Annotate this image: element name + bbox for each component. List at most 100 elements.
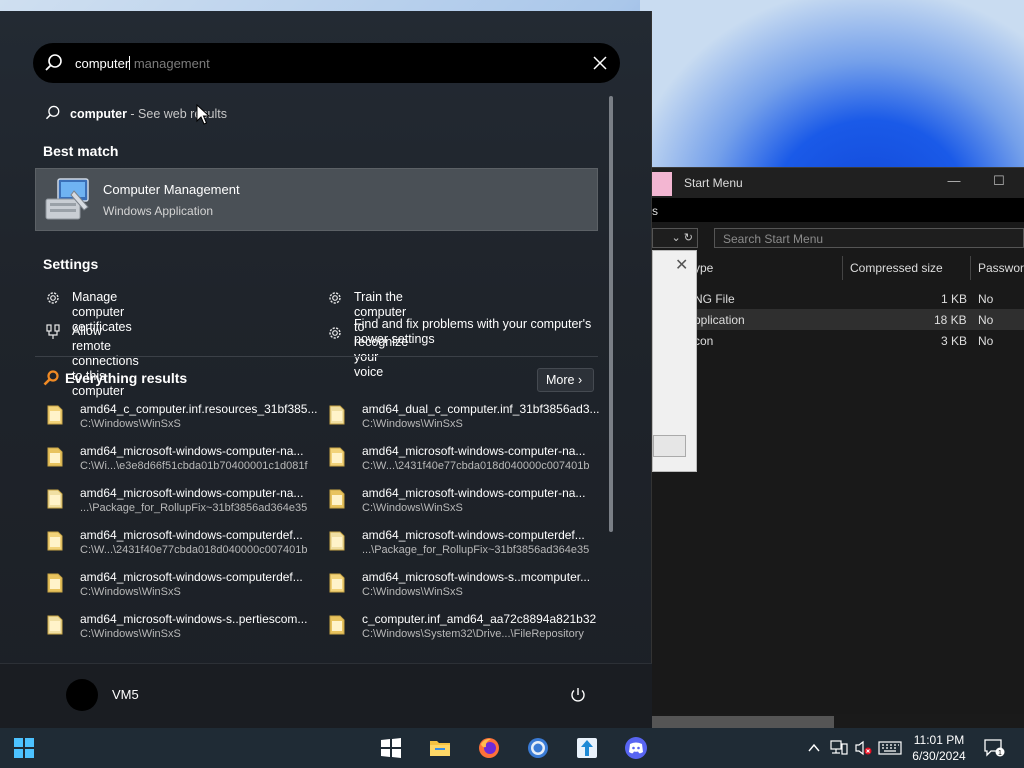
gear-icon [329, 327, 341, 339]
result-name: amd64_microsoft-windows-s..mcomputer... [362, 570, 591, 584]
result-name: amd64_microsoft-windows-computer-na... [80, 444, 304, 458]
chrome-icon[interactable] [526, 736, 550, 760]
windows-icon[interactable] [379, 736, 403, 760]
result-item[interactable]: amd64_microsoft-windows-computer-na.....… [44, 486, 324, 520]
result-path: C:\Windows\WinSxS [80, 586, 181, 598]
start-menu-scrollbar[interactable] [609, 96, 613, 532]
file-size: 18 KB [934, 313, 967, 327]
file-row[interactable]: NG File 1 KB No [652, 288, 1024, 309]
file-explorer-icon[interactable] [428, 736, 452, 760]
result-item[interactable]: amd64_microsoft-windows-s..pertiescom...… [44, 612, 324, 646]
remote-connection-icon [46, 324, 60, 339]
result-item[interactable]: amd64_microsoft-windows-computer-na... C:… [326, 486, 606, 520]
file-icon [47, 447, 63, 467]
search-typed-text: computer [75, 56, 130, 71]
file-icon [47, 531, 63, 551]
best-match-result[interactable]: Computer Management Windows Application [35, 168, 598, 231]
gear-icon [329, 292, 341, 304]
result-path: ...\Package_for_RollupFix~31bf3856ad364e… [362, 544, 590, 556]
keyboard-icon[interactable] [878, 740, 902, 756]
result-item[interactable]: amd64_microsoft-windows-computerdef.....… [326, 528, 606, 562]
minimize-button[interactable]: — [944, 173, 964, 191]
result-path: C:\Windows\WinSxS [362, 418, 463, 430]
search-icon [45, 54, 62, 71]
desktop-wallpaper [640, 0, 1024, 190]
result-item[interactable]: amd64_microsoft-windows-computerdef... C:… [44, 528, 324, 562]
result-item[interactable]: amd64_microsoft-windows-computer-na... C:… [326, 444, 606, 478]
result-name: amd64_microsoft-windows-computerdef... [80, 528, 303, 542]
result-name: c_computer.inf_amd64_aa72c8894a821b32 [362, 612, 597, 626]
clear-search-icon[interactable] [590, 53, 610, 73]
result-item[interactable]: amd64_microsoft-windows-computer-na... C:… [44, 444, 324, 478]
file-icon [329, 489, 345, 509]
file-icon [329, 447, 345, 467]
result-path: C:\Windows\WinSxS [80, 418, 181, 430]
result-path: C:\Windows\System32\Drive...\FileReposit… [362, 628, 584, 640]
menu-fragment: s [652, 204, 658, 218]
taskbar: 11:01 PM 6/30/2024 1 [0, 728, 1024, 768]
network-icon[interactable] [830, 740, 848, 756]
window-app-icon [652, 172, 672, 196]
system-clock[interactable]: 11:01 PM 6/30/2024 [906, 732, 972, 764]
start-menu: computer management computer - See web r… [0, 11, 652, 728]
result-path: C:\Windows\WinSxS [362, 502, 463, 514]
column-compressed-size[interactable]: Compressed size [850, 261, 943, 275]
background-dialog[interactable]: ✕ [652, 250, 697, 472]
setting-label-line2: power settings [354, 332, 435, 346]
result-item[interactable]: amd64_dual_c_computer.inf_31bf3856ad3...… [326, 402, 606, 436]
app-store-icon[interactable] [575, 736, 599, 760]
notification-icon[interactable]: 1 [983, 738, 1005, 758]
result-name: amd64_microsoft-windows-computer-na... [362, 444, 586, 458]
column-password[interactable]: Passwor [978, 261, 1024, 275]
best-match-heading: Best match [43, 143, 119, 159]
result-path: C:\Windows\WinSxS [80, 628, 181, 640]
address-dropdown[interactable]: ⌄ ↻ [652, 228, 698, 248]
maximize-button[interactable]: ☐ [989, 173, 1009, 191]
dialog-button[interactable] [653, 435, 686, 457]
column-separator [970, 256, 971, 280]
result-path: C:\Wi...\e3e8d66f51cbda01b70400001c1d081… [80, 460, 308, 472]
notification-count: 1 [998, 750, 1002, 757]
search-box[interactable]: computer management [33, 43, 620, 83]
file-row[interactable]: con 3 KB No [652, 330, 1024, 351]
result-path: C:\W...\2431f40e77cbda018d040000c007401b [362, 460, 590, 472]
result-item[interactable]: amd64_c_computer.inf.resources_31bf385..… [44, 402, 324, 436]
start-button-icon[interactable] [12, 736, 36, 760]
result-name: amd64_microsoft-windows-computer-na... [362, 486, 586, 500]
everything-search-icon [43, 370, 59, 386]
gear-icon [47, 292, 59, 304]
best-match-name: Computer Management [103, 182, 240, 197]
settings-heading: Settings [43, 256, 99, 272]
result-path: C:\W...\2431f40e77cbda018d040000c007401b [80, 544, 308, 556]
power-icon[interactable] [569, 686, 587, 704]
volume-muted-icon[interactable] [854, 740, 872, 756]
file-row[interactable]: pplication 18 KB No [652, 309, 1024, 330]
dialog-close-icon[interactable]: ✕ [675, 255, 688, 275]
result-item[interactable]: amd64_microsoft-windows-computerdef... C:… [44, 570, 324, 604]
firefox-icon[interactable] [477, 736, 501, 760]
setting-label-line1: Find and fix problems with your computer… [354, 317, 592, 331]
setting-label: Find and fix problems with your computer… [354, 317, 594, 347]
search-input[interactable]: computer management [75, 56, 210, 71]
web-query: computer [70, 107, 127, 121]
user-name[interactable]: VM5 [112, 687, 139, 702]
discord-icon[interactable] [624, 736, 648, 760]
file-password: No [978, 313, 994, 327]
best-match-type: Windows Application [103, 204, 214, 218]
chevron-up-icon[interactable] [806, 740, 822, 756]
section-divider [35, 356, 598, 357]
background-archive-window[interactable]: Start Menu — ☐ s ⌄ ↻ Search Start Menu y… [652, 167, 1024, 730]
file-icon [329, 573, 345, 593]
file-password: No [978, 334, 994, 348]
result-item[interactable]: c_computer.inf_amd64_aa72c8894a821b32 C:\… [326, 612, 606, 646]
file-icon [329, 615, 345, 635]
more-button[interactable]: More › [537, 368, 594, 392]
search-icon [45, 105, 60, 120]
result-name: amd64_microsoft-windows-computerdef... [362, 528, 585, 542]
archive-search-input[interactable]: Search Start Menu [714, 228, 1024, 248]
result-item[interactable]: amd64_microsoft-windows-s..mcomputer... C… [326, 570, 606, 604]
scrollbar-thumb[interactable] [652, 716, 834, 728]
window-titlebar[interactable]: Start Menu — ☐ [652, 168, 1024, 198]
web-hint: - See web results [126, 107, 227, 121]
avatar[interactable] [66, 679, 98, 711]
